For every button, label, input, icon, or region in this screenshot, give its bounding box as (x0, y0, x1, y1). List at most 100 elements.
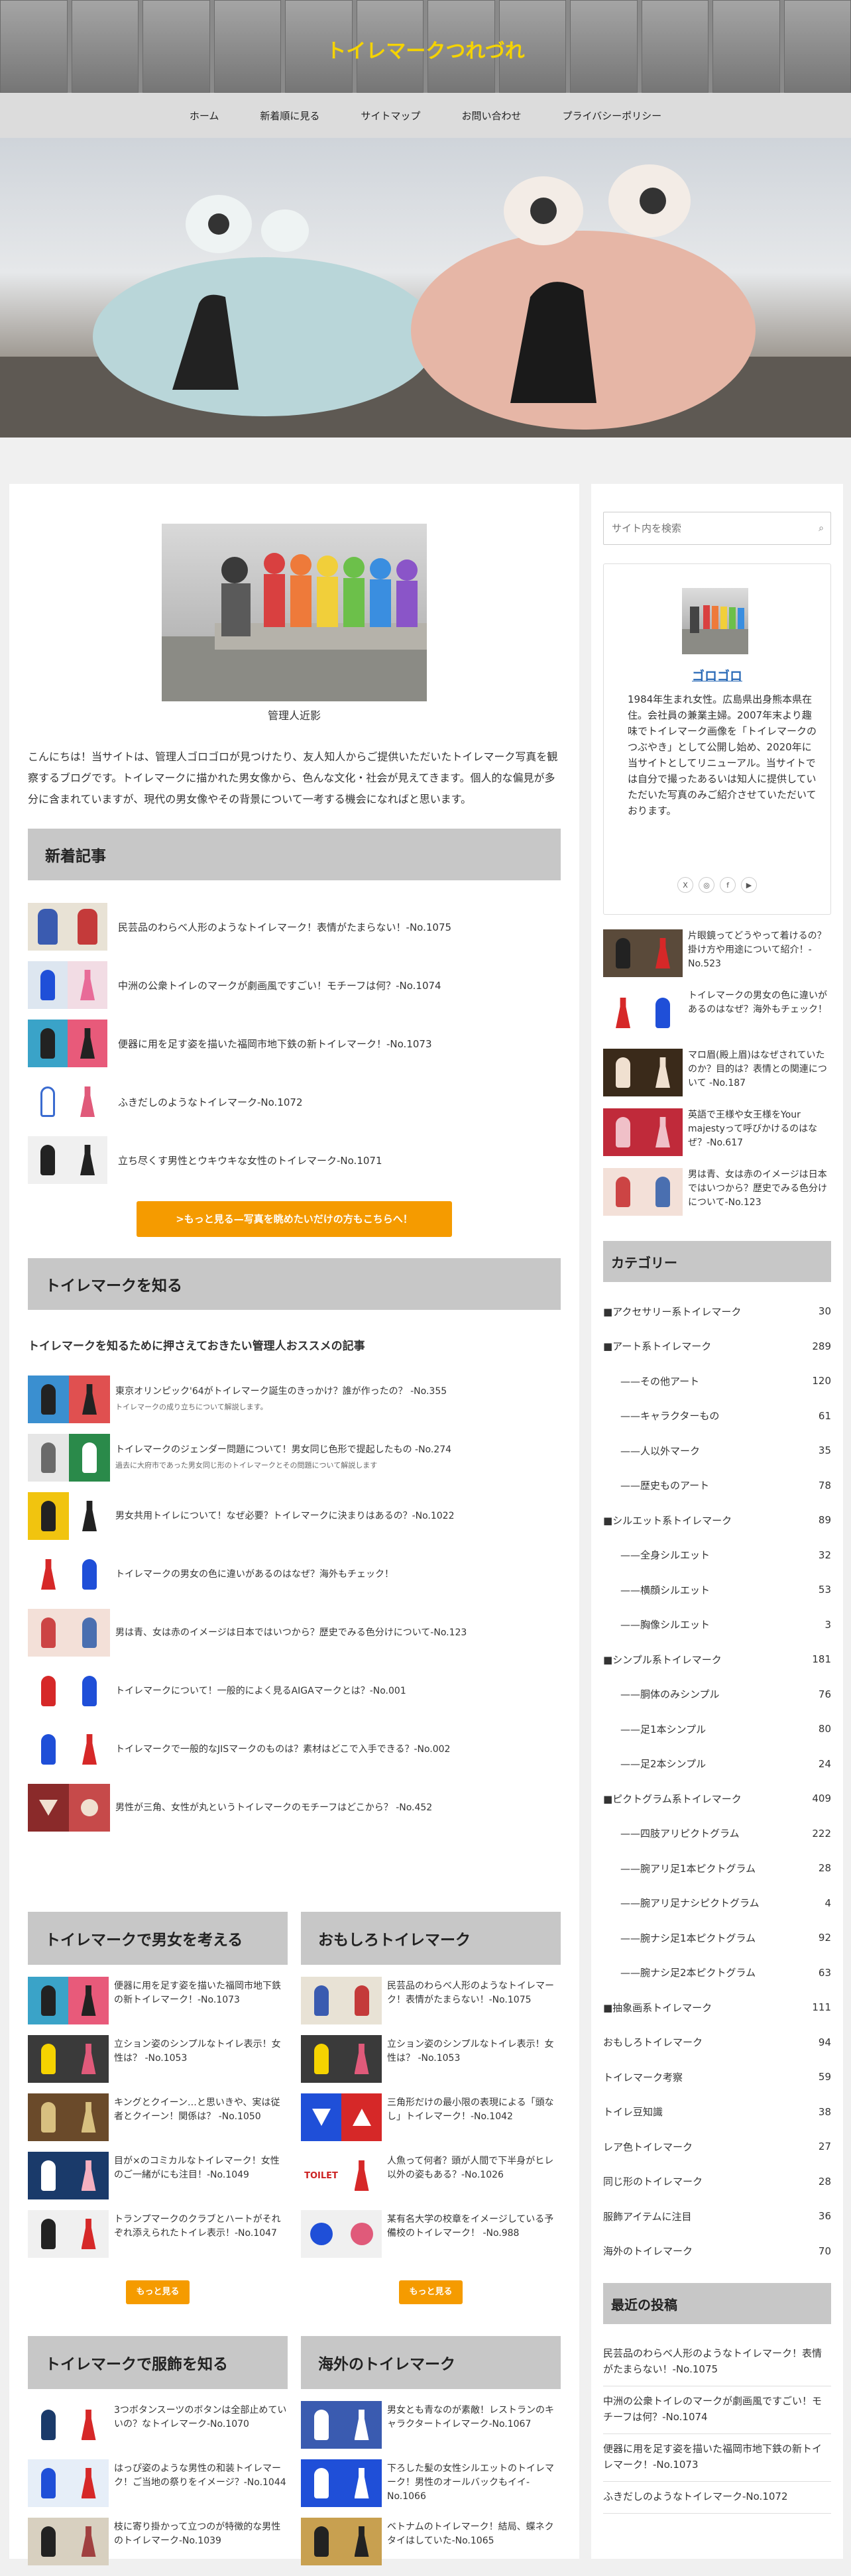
list-item[interactable]: トイレマークの男女の色に違いがあるのはなぜ？海外もチェック！ (28, 1545, 561, 1604)
list-item[interactable]: 目が×のコミカルなトイレマーク！女性のご一緒がにも注目！-No.1049 (28, 2152, 288, 2210)
facebook-icon[interactable]: f (720, 877, 736, 893)
site-title[interactable]: トイレマークつれづれ (0, 34, 851, 64)
list-item[interactable]: トイレマークについて！一般的によく見るAIGAマークとは？-No.001 (28, 1662, 561, 1720)
article-title: ベトナムのトイレマーク！結局、蝶ネクタイはしていた-No.1065 (387, 2522, 554, 2546)
category-item[interactable]: ——腕ナシ足1本ピクトグラム 92 (603, 1920, 831, 1956)
category-item[interactable]: ■シンプル系トイレマーク 181 (603, 1642, 831, 1677)
list-item[interactable]: 3つボタンスーツのボタンは全部止めていいの？なトイレマーク-No.1070 (28, 2401, 288, 2459)
list-item[interactable]: はっぴ姿のような男性の和装トイレマーク！ご当地の祭りをイメージ？-No.1044 (28, 2459, 288, 2518)
category-label: ■シンプル系トイレマーク (603, 1653, 722, 1666)
list-item[interactable]: TOILET 人魚って何者？頭が人間で下半身がヒレ以外の姿もある？-No.1026 (301, 2152, 561, 2210)
list-item[interactable]: 便器に用を足す姿を描いた福岡市地下鉄の新トイレマーク！-No.1073 (28, 1014, 561, 1073)
category-item[interactable]: ——腕アリ足ナシピクトグラム 4 (603, 1886, 831, 1921)
list-item[interactable]: 立ち尽くす男性とウキウキな女性のトイレマーク-No.1071 (28, 1131, 561, 1189)
list-item[interactable]: 中洲の公衆トイレのマークが劇画風ですごい！モチーフは何？-No.1074 (28, 956, 561, 1014)
article-title: 目が×のコミカルなトイレマーク！女性のご一緒がにも注目！-No.1049 (114, 2156, 280, 2180)
category-item[interactable]: ■シルエット系トイレマーク 89 (603, 1503, 831, 1538)
article-thumbnail (603, 989, 683, 1037)
youtube-icon[interactable]: ▶ (741, 877, 757, 893)
category-item[interactable]: ■アート系トイレマーク 289 (603, 1329, 831, 1364)
nav-sitemap[interactable]: サイトマップ (361, 109, 420, 123)
category-item[interactable]: ——胴体のみシンプル 76 (603, 1677, 831, 1712)
list-item[interactable]: ベトナムのトイレマーク！結局、蝶ネクタイはしていた-No.1065 (301, 2518, 561, 2576)
category-item[interactable]: ■抽象画系トイレマーク 111 (603, 1990, 831, 2025)
category-label: ——歴史ものアート (620, 1480, 710, 1492)
category-item[interactable]: ■アクセサリー系トイレマーク 30 (603, 1294, 831, 1329)
intro-text: こんにちは！当サイトは、管理人ゴロゴロが見つけたり、友人知人からご提供いただいた… (28, 750, 558, 805)
list-item[interactable]: 英語で王様や女王様をYour majestyって呼びかけるのはなぜ？-No.61… (603, 1108, 831, 1168)
list-item[interactable]: 立ション姿のシンプルなトイレ表示！女性は？ -No.1053 (28, 2035, 288, 2093)
category-item[interactable]: ——キャラクターもの 61 (603, 1399, 831, 1434)
category-item[interactable]: トイレマーク考察 59 (603, 2060, 831, 2095)
category-item[interactable]: ——四肢アリピクトグラム 222 (603, 1816, 831, 1851)
recent-post-link[interactable]: 便器に用を足す姿を描いた福岡市地下鉄の新トイレマーク！-No.1073 (603, 2434, 831, 2482)
category-item[interactable]: ——歴史ものアート 78 (603, 1468, 831, 1503)
category-item[interactable]: おもしろトイレマーク 94 (603, 2025, 831, 2060)
category-item[interactable]: ——足2本シンプル 24 (603, 1747, 831, 1782)
category-item[interactable]: ■ピクトグラム系トイレマーク 409 (603, 1781, 831, 1816)
list-item[interactable]: 三角形だけの最小限の表現による「頭なし」トイレマーク！-No.1042 (301, 2093, 561, 2152)
list-item[interactable]: 男女とも青なのが素敵！レストランのキャラクタートイレマーク-No.1067 (301, 2401, 561, 2459)
list-item[interactable]: 枝に寄り掛かって立つのが特徴的な男性のトイレマーク-No.1039 (28, 2518, 288, 2576)
category-item[interactable]: ——その他アート 120 (603, 1364, 831, 1399)
category-item[interactable]: ——人以外マーク 35 (603, 1433, 831, 1468)
recent-post-link[interactable]: ふきだしのようなトイレマーク-No.1072 (603, 2482, 831, 2514)
list-item[interactable]: トイレマークの男女の色に違いがあるのはなぜ？海外もチェック！ (603, 989, 831, 1049)
list-item[interactable]: 男は青、女は赤のイメージは日本ではいつから？歴史でみる色分けについて-No.12… (603, 1168, 831, 1228)
category-label: 服飾アイテムに注目 (603, 2210, 692, 2223)
x-icon[interactable]: X (677, 877, 693, 893)
funny-heading: おもしろトイレマーク (301, 1912, 561, 1965)
list-item[interactable]: 片眼鏡ってどうやって着けるの？掛け方や用途について紹介！-No.523 (603, 929, 831, 989)
category-item[interactable]: 同じ形のトイレマーク 28 (603, 2164, 831, 2199)
list-item[interactable]: マロ眉(殿上眉)はなぜされていたのか？目的は？表情との関連について -No.18… (603, 1049, 831, 1108)
category-item[interactable]: トイレ豆知識 38 (603, 2095, 831, 2130)
list-item[interactable]: 某有名大学の校章をイメージしている予備校のトイレマーク！ -No.988 (301, 2210, 561, 2268)
list-item[interactable]: 男性が三角、女性が丸というトイレマークのモチーフはどこから？ -No.452 (28, 1779, 561, 1837)
list-item[interactable]: 便器に用を足す姿を描いた福岡市地下鉄の新トイレマーク！-No.1073 (28, 1977, 288, 2035)
category-item[interactable]: ——腕ナシ足2本ピクトグラム 63 (603, 1956, 831, 1991)
instagram-icon[interactable]: ◎ (699, 877, 714, 893)
list-item[interactable]: トイレマークのジェンダー問題について！男女同じ色形で提起したもの -No.274… (28, 1429, 561, 1487)
recent-heading: 最近の投稿 (603, 2283, 831, 2324)
recent-post-link[interactable]: 民芸品のわらべ人形のようなトイレマーク！表情がたまらない！-No.1075 (603, 2339, 831, 2386)
gender-more-button[interactable]: もっと見る (126, 2280, 190, 2304)
category-count: 222 (812, 1827, 831, 1840)
category-item[interactable]: ——腕アリ足1本ピクトグラム 28 (603, 1851, 831, 1886)
search-input[interactable] (604, 512, 830, 544)
category-count: 63 (818, 1966, 831, 1979)
popular-list: 片眼鏡ってどうやって着けるの？掛け方や用途について紹介！-No.523 トイレマ… (603, 929, 831, 1228)
list-item[interactable]: トランプマークのクラブとハートがそれぞれ添えられたトイレ表示！-No.1047 (28, 2210, 288, 2268)
nav-new[interactable]: 新着順に見る (260, 109, 319, 123)
list-item[interactable]: 民芸品のわらべ人形のようなトイレマーク！表情がたまらない！-No.1075 (28, 898, 561, 956)
main-content: 管理人近影 こんにちは！当サイトは、管理人ゴロゴロが見つけたり、友人知人からご提… (9, 484, 579, 2565)
category-count: 89 (818, 1514, 831, 1527)
category-item[interactable]: ——胸像シルエット 3 (603, 1608, 831, 1643)
list-item[interactable]: トイレマークで一般的なJISマークのものは？素材はどこで入手できる？-No.00… (28, 1720, 561, 1779)
list-item[interactable]: 男は青、女は赤のイメージは日本ではいつから？歴史でみる色分けについて-No.12… (28, 1604, 561, 1662)
list-item[interactable]: 下ろした髪の女性シルエットのトイレマーク！男性のオールバックもイイ-No.106… (301, 2459, 561, 2518)
category-count: 53 (818, 1584, 831, 1596)
new-articles-more-button[interactable]: >もっと見る—写真を眺めたいだけの方もこちらへ！ (137, 1201, 452, 1237)
nav-contact[interactable]: お問い合わせ (461, 109, 521, 123)
category-count: 24 (818, 1757, 831, 1770)
list-item[interactable]: 男女共用トイレについて！なぜ必要？トイレマークに決まりはあるの？-No.1022 (28, 1487, 561, 1545)
profile-name[interactable]: ゴロゴロ (604, 666, 830, 684)
search-icon[interactable]: ⌕ (819, 523, 824, 534)
nav-home[interactable]: ホーム (190, 109, 219, 123)
list-item[interactable]: 立ション姿のシンプルなトイレ表示！女性は？ -No.1053 (301, 2035, 561, 2093)
category-item[interactable]: ——全身シルエット 32 (603, 1538, 831, 1573)
article-title: 便器に用を足す姿を描いた福岡市地下鉄の新トイレマーク！-No.1073 (118, 1037, 432, 1050)
funny-more-button[interactable]: もっと見る (399, 2280, 463, 2304)
category-item[interactable]: ——足1本シンプル 80 (603, 1712, 831, 1747)
nav-privacy[interactable]: プライバシーポリシー (562, 109, 661, 123)
list-item[interactable]: キングとクイーン…と思いきや、実は従者とクイーン！関係は？ -No.1050 (28, 2093, 288, 2152)
category-item[interactable]: レア色トイレマーク 27 (603, 2129, 831, 2164)
recent-post-link[interactable]: 中洲の公衆トイレのマークが劇画風ですごい！モチーフは何？-No.1074 (603, 2386, 831, 2434)
list-item[interactable]: 民芸品のわらべ人形のようなトイレマーク！表情がたまらない！-No.1075 (301, 1977, 561, 2035)
category-item[interactable]: 海外のトイレマーク 70 (603, 2234, 831, 2269)
list-item[interactable]: ふきだしのようなトイレマーク-No.1072 (28, 1073, 561, 1131)
category-item[interactable]: ——横顔シルエット 53 (603, 1572, 831, 1608)
category-item[interactable]: 服飾アイテムに注目 36 (603, 2199, 831, 2234)
list-item[interactable]: 東京オリンピック'64がトイレマーク誕生のきっかけ？誰が作ったの？ -No.35… (28, 1370, 561, 1429)
learn-subhead: トイレマークを知るために押さえておきたい管理人おススメの記事 (28, 1340, 365, 1353)
